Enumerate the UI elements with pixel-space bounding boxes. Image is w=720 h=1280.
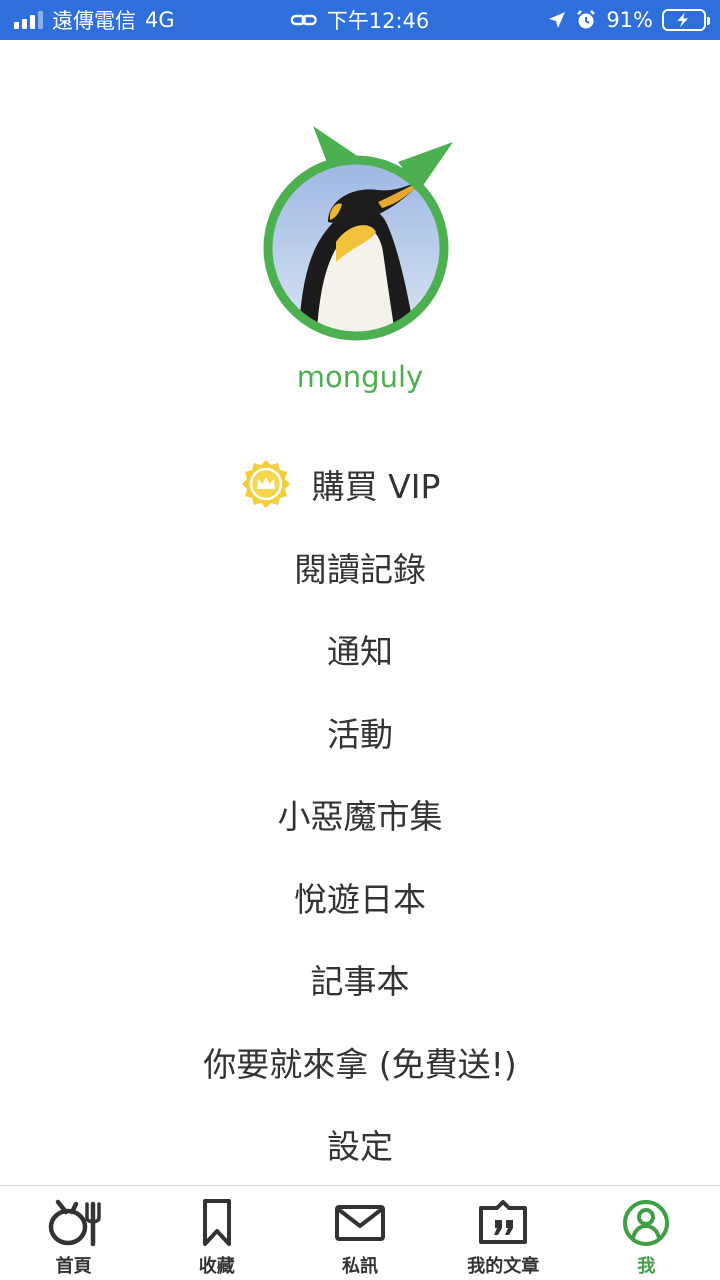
status-left: 遠傳電信 4G (14, 5, 175, 35)
profile-menu: 購買 VIP 閱讀記錄 通知 活動 小惡魔市集 悅遊日本 記事本 你要就來拿 (… (0, 443, 720, 1186)
tab-my-articles[interactable]: 我的文章 (432, 1186, 575, 1280)
tab-my-articles-label: 我的文章 (467, 1256, 540, 1277)
buy-vip-label: 購買 VIP (311, 467, 441, 507)
signal-icon (14, 11, 43, 29)
menu-item-free-giveaway[interactable]: 你要就來拿 (免費送!) (0, 1021, 720, 1104)
bottom-tab-bar: 首頁 收藏 私訊 我的文章 我 (0, 1185, 720, 1280)
alarm-icon (577, 10, 596, 29)
tab-bookmarks-label: 收藏 (198, 1256, 235, 1277)
status-center: 下午12:46 (290, 5, 430, 35)
location-arrow-icon (549, 12, 566, 28)
network-label: 4G (145, 8, 175, 32)
status-right: 91% (548, 8, 710, 32)
penguin-avatar-icon (263, 126, 453, 341)
tab-bookmarks[interactable]: 收藏 (145, 1186, 288, 1280)
battery-icon (662, 9, 710, 31)
profile-screen: 遠傳電信 4G 下午12:46 91% monguly 購買 VIP 閱讀記錄 … (0, 0, 720, 1280)
menu-item-settings[interactable]: 設定 (0, 1103, 720, 1186)
tab-me[interactable]: 我 (575, 1186, 718, 1280)
menu-item-japan-travel[interactable]: 悅遊日本 (0, 856, 720, 939)
menu-item-events[interactable]: 活動 (0, 691, 720, 774)
username[interactable]: monguly (0, 360, 720, 394)
clock-label: 下午12:46 (326, 9, 430, 33)
charging-bolt-icon (677, 12, 689, 28)
vip-crown-icon (241, 460, 290, 509)
carrier-label: 遠傳電信 (52, 9, 136, 33)
avatar[interactable] (258, 122, 458, 347)
bookmark-icon (202, 1199, 231, 1246)
articles-icon (479, 1200, 528, 1244)
profile-icon (623, 1200, 670, 1246)
link-icon (290, 14, 317, 26)
battery-percent: 91% (606, 8, 653, 32)
tab-messages[interactable]: 私訊 (288, 1186, 431, 1280)
tab-messages-label: 私訊 (342, 1256, 378, 1277)
tab-home[interactable]: 首頁 (2, 1186, 145, 1280)
home-icon (48, 1199, 101, 1247)
status-bar: 遠傳電信 4G 下午12:46 91% (0, 0, 720, 40)
menu-item-notifications[interactable]: 通知 (0, 608, 720, 691)
menu-item-market[interactable]: 小惡魔市集 (0, 773, 720, 856)
tab-home-label: 首頁 (55, 1256, 92, 1277)
menu-item-notebook[interactable]: 記事本 (0, 938, 720, 1021)
mail-icon (335, 1205, 385, 1241)
tab-me-label: 我 (637, 1256, 656, 1277)
buy-vip-item[interactable]: 購買 VIP (0, 443, 720, 526)
menu-item-reading-history[interactable]: 閱讀記錄 (0, 526, 720, 609)
